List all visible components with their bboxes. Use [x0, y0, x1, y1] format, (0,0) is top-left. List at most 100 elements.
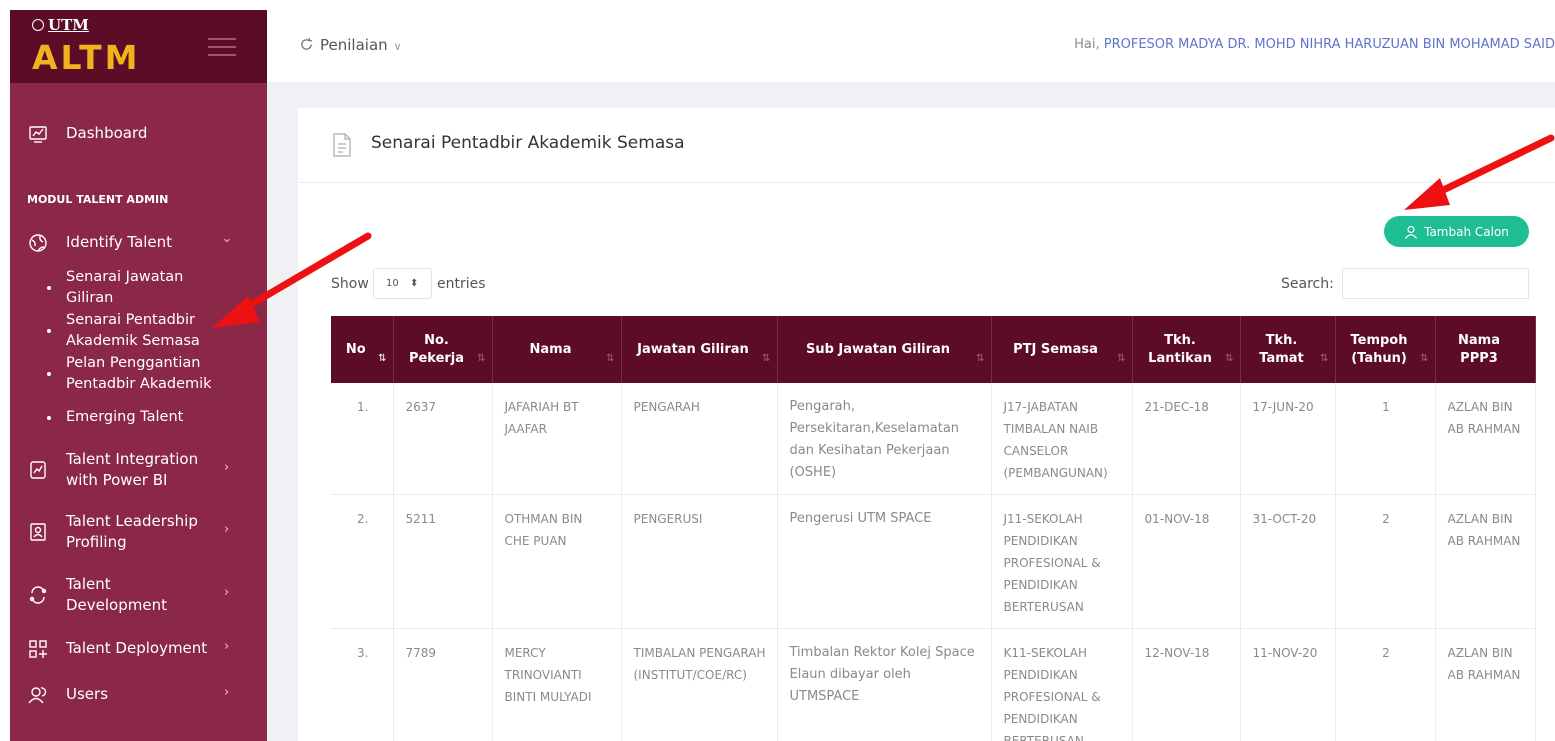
sidebar-item-label: Dashboard — [66, 124, 148, 142]
table-row: 2. 5211 OTHMAN BIN CHE PUAN PENGERUSI Pe… — [331, 494, 1536, 629]
bullet-icon — [47, 286, 51, 290]
brand-header: UTM ALTM — [10, 10, 267, 83]
cell-no-pekerja: 2637 — [393, 383, 493, 495]
sidebar-subitem-label: Pelan Penggantian Pentadbir Akademik — [66, 355, 212, 392]
cell-nama-ppp3: AZLAN BIN AB RAHMAN — [1435, 628, 1536, 741]
entries-label: entries — [437, 276, 486, 292]
sort-icon: ⇅ — [1320, 353, 1329, 364]
col-header-nama[interactable]: Nama ⇅ — [492, 316, 622, 383]
cell-tempoh: 1 — [1335, 383, 1436, 495]
tambah-calon-button[interactable]: Tambah Calon — [1384, 216, 1529, 247]
sidebar-item-label: Talent Development — [66, 575, 167, 614]
cell-nama: MERCY TRINOVIANTI BINTI MULYADI — [492, 628, 622, 741]
sidebar-item-label: Talent Deployment — [66, 639, 208, 657]
cell-tkh-tamat: 17-JUN-20 — [1240, 383, 1336, 495]
sort-icon: ⇅ — [1420, 353, 1429, 364]
hamburger-menu-icon[interactable] — [208, 38, 236, 62]
entries-select[interactable]: 10 ⬍ — [373, 268, 432, 299]
cell-jawatan: PENGARAH — [621, 383, 778, 495]
sort-icon: ⇅ — [1225, 353, 1234, 364]
chevron-right-icon: › — [224, 585, 230, 600]
chevron-right-icon: › — [224, 460, 230, 475]
bullet-icon — [47, 329, 51, 333]
col-header-no-pekerja[interactable]: No. Pekerja ⇅ — [393, 316, 493, 383]
sidebar-section-title: MODUL TALENT ADMIN — [27, 193, 169, 206]
cell-tkh-lantikan: 21-DEC-18 — [1132, 383, 1241, 495]
cell-tkh-tamat: 31-OCT-20 — [1240, 494, 1336, 629]
app-logo[interactable]: ALTM — [32, 38, 140, 77]
cell-tempoh: 2 — [1335, 494, 1436, 629]
cell-nama: OTHMAN BIN CHE PUAN — [492, 494, 622, 629]
sidebar-item-label: Identify Talent — [66, 233, 173, 251]
col-header-nama-ppp3[interactable]: Nama PPP3 — [1435, 316, 1536, 383]
user-name-link[interactable]: PROFESOR MADYA DR. MOHD NIHRA HARUZUAN B… — [1104, 37, 1555, 52]
grid-plus-icon — [29, 640, 47, 658]
chevron-right-icon: › — [224, 522, 230, 537]
cell-sub-jawatan: Timbalan Rektor Kolej Space Elaun dibaya… — [777, 628, 992, 741]
cell-ptj: J11-SEKOLAH PENDIDIKAN PROFESIONAL & PEN… — [991, 494, 1133, 629]
chevron-right-icon: › — [224, 639, 230, 654]
cell-jawatan: PENGERUSI — [621, 494, 778, 629]
sort-icon: ⇅ — [378, 353, 387, 364]
cell-sub-jawatan: Pengerusi UTM SPACE — [777, 494, 992, 629]
user-greeting: Hai, PROFESOR MADYA DR. MOHD NIHRA HARUZ… — [1074, 37, 1555, 52]
sort-icon: ⇅ — [1117, 353, 1126, 364]
cell-nama-ppp3: AZLAN BIN AB RAHMAN — [1435, 494, 1536, 629]
sidebar-item-identify-talent[interactable]: Identify Talent › — [10, 231, 267, 255]
sidebar-subitem-senarai-pentadbir[interactable]: Senarai Pentadbir Akademik Semasa — [47, 310, 247, 352]
col-header-sub-jawatan[interactable]: Sub Jawatan Giliran ⇅ — [777, 316, 992, 383]
table-row: 1. 2637 JAFARIAH BT JAAFAR PENGARAH Peng… — [331, 383, 1536, 495]
sidebar-subitem-emerging-talent[interactable]: Emerging Talent — [47, 407, 247, 429]
cycle-icon — [29, 586, 47, 604]
select-arrows-icon: ⬍ — [410, 278, 419, 289]
profile-card-icon — [30, 523, 46, 541]
sidebar-item-dashboard[interactable]: Dashboard — [10, 122, 267, 146]
tambah-calon-label: Tambah Calon — [1424, 224, 1509, 239]
col-header-tkh-lantikan[interactable]: Tkh. Lantikan ⇅ — [1132, 316, 1241, 383]
sidebar-subitem-pelan-penggantian[interactable]: Pelan Penggantian Pentadbir Akademik — [47, 353, 247, 395]
cell-tkh-lantikan: 01-NOV-18 — [1132, 494, 1241, 629]
cell-ptj: K11-SEKOLAH PENDIDIKAN PROFESIONAL & PEN… — [991, 628, 1133, 741]
sidebar: UTM ALTM Dashboard MODUL TALENT ADMIN Id… — [10, 10, 267, 741]
cell-no: 2. — [331, 494, 394, 629]
dashboard-chart-icon — [29, 126, 47, 143]
sidebar-subitem-label: Emerging Talent — [66, 409, 184, 425]
sidebar-item-talent-development[interactable]: Talent Development › — [10, 573, 267, 617]
col-header-no[interactable]: No ⇅ — [331, 316, 394, 383]
sidebar-subitem-senarai-jawatan-giliran[interactable]: Senarai Jawatan Giliran — [47, 267, 247, 309]
col-header-tempoh[interactable]: Tempoh (Tahun) ⇅ — [1335, 316, 1436, 383]
bullet-icon — [47, 416, 51, 420]
col-header-jawatan-giliran[interactable]: Jawatan Giliran ⇅ — [621, 316, 778, 383]
sidebar-item-talent-integration[interactable]: Talent Integration with Power BI › — [10, 448, 267, 492]
penilaian-menu[interactable]: Penilaian ∨ — [299, 36, 402, 54]
cell-tkh-tamat: 11-NOV-20 — [1240, 628, 1336, 741]
sidebar-item-users[interactable]: Users › — [10, 683, 267, 707]
cell-nama: JAFARIAH BT JAAFAR — [492, 383, 622, 495]
users-icon — [28, 687, 47, 704]
col-header-ptj-semasa[interactable]: PTJ Semasa ⇅ — [991, 316, 1133, 383]
sidebar-item-talent-leadership[interactable]: Talent Leadership Profiling › — [10, 510, 267, 554]
sidebar-item-label: Talent Leadership Profiling — [66, 512, 198, 551]
cell-no: 3. — [331, 628, 394, 741]
chart-box-icon — [30, 461, 46, 479]
refresh-icon — [301, 37, 313, 50]
page-title: Senarai Pentadbir Akademik Semasa — [371, 133, 685, 153]
chevron-down-icon: › — [219, 237, 235, 244]
cell-tempoh: 2 — [1335, 628, 1436, 741]
user-add-icon — [1405, 225, 1418, 239]
search-label: Search: — [1281, 276, 1334, 292]
cell-nama-ppp3: AZLAN BIN AB RAHMAN — [1435, 383, 1536, 495]
cell-no-pekerja: 5211 — [393, 494, 493, 629]
sort-icon: ⇅ — [762, 353, 771, 364]
cell-sub-jawatan: Pengarah, Persekitaran,Keselamatan dan K… — [777, 383, 992, 495]
cell-ptj: J17-JABATAN TIMBALAN NAIB CANSELOR (PEMB… — [991, 383, 1133, 495]
cell-no-pekerja: 7789 — [393, 628, 493, 741]
chevron-down-icon: ∨ — [393, 40, 402, 53]
sidebar-item-talent-deployment[interactable]: Talent Deployment › — [10, 637, 267, 661]
utm-logo-text: UTM — [48, 16, 89, 34]
chevron-right-icon: › — [224, 685, 230, 700]
search-input[interactable] — [1342, 268, 1529, 299]
sort-icon: ⇅ — [976, 353, 985, 364]
cell-jawatan: TIMBALAN PENGARAH (INSTITUT/COE/RC) — [621, 628, 778, 741]
col-header-tkh-tamat[interactable]: Tkh. Tamat ⇅ — [1240, 316, 1336, 383]
